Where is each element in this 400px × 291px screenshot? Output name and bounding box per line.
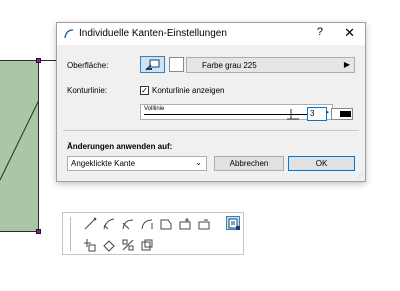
selected-edge-line[interactable] bbox=[39, 60, 57, 61]
edge-settings-dialog: Individuelle Kanten-Einstellungen ? ✕ Ob… bbox=[56, 22, 366, 182]
contour-label: Konturlinie: bbox=[67, 86, 108, 95]
help-button[interactable]: ? bbox=[317, 26, 323, 38]
contour-checkbox-label: Konturlinie anzeigen bbox=[152, 86, 225, 95]
edge-tool-4-icon[interactable] bbox=[140, 217, 154, 231]
chevron-right-icon: ▶ bbox=[343, 60, 350, 69]
cancel-button[interactable]: Abbrechen bbox=[214, 156, 284, 171]
dialog-divider bbox=[63, 130, 359, 131]
resize-grip[interactable]: ⋰ bbox=[357, 172, 363, 179]
surface-color-swatch[interactable] bbox=[169, 57, 184, 72]
edge-handle-bottom[interactable] bbox=[36, 229, 41, 234]
apply-heading: Änderungen anwenden auf: bbox=[67, 142, 173, 151]
edge-tool-1-icon[interactable] bbox=[83, 217, 97, 231]
edge-tool-6-icon[interactable] bbox=[178, 217, 192, 231]
pen-color-swatch[interactable] bbox=[331, 108, 353, 120]
mirror-icon[interactable] bbox=[121, 238, 135, 252]
line-type-value: Volllinie bbox=[144, 106, 165, 112]
ok-button[interactable]: OK bbox=[288, 156, 355, 171]
surface-paint-icon bbox=[145, 59, 160, 71]
toolbar-separator bbox=[70, 217, 71, 251]
pen-icon bbox=[287, 109, 299, 120]
surface-value: Farbe grau 225 bbox=[202, 61, 257, 70]
rotate-icon[interactable] bbox=[102, 238, 116, 252]
edge-toolbar bbox=[62, 212, 244, 255]
line-type-selector[interactable]: Volllinie ▶ bbox=[140, 104, 333, 120]
close-button[interactable]: ✕ bbox=[344, 25, 355, 41]
surface-dropdown[interactable]: Farbe grau 225 ▶ bbox=[186, 57, 355, 73]
add-point-icon[interactable] bbox=[83, 238, 97, 252]
surface-label: Oberfläche: bbox=[67, 61, 109, 70]
chevron-down-icon: ⌄ bbox=[195, 158, 202, 167]
surface-override-button[interactable] bbox=[140, 56, 165, 73]
contour-checkbox[interactable]: ✓ bbox=[140, 86, 149, 95]
pen-number-field[interactable]: 3 bbox=[307, 107, 327, 121]
apply-to-select[interactable]: Angeklickte Kante ⌄ bbox=[67, 156, 207, 171]
dialog-titlebar[interactable]: Individuelle Kanten-Einstellungen ? ✕ bbox=[57, 23, 365, 45]
edge-tool-5-icon[interactable] bbox=[159, 217, 173, 231]
apply-to-value: Angeklickte Kante bbox=[71, 159, 136, 168]
app-icon bbox=[64, 29, 74, 39]
dialog-title: Individuelle Kanten-Einstellungen bbox=[79, 28, 227, 39]
edge-tool-2-icon[interactable] bbox=[102, 217, 116, 231]
edge-tool-3-icon[interactable] bbox=[121, 217, 135, 231]
edge-settings-icon[interactable] bbox=[226, 216, 240, 230]
edge-handle-top[interactable] bbox=[36, 58, 41, 63]
offset-icon[interactable] bbox=[140, 238, 154, 252]
edge-tool-7-icon[interactable] bbox=[197, 217, 211, 231]
shape-diagonal bbox=[0, 99, 39, 181]
